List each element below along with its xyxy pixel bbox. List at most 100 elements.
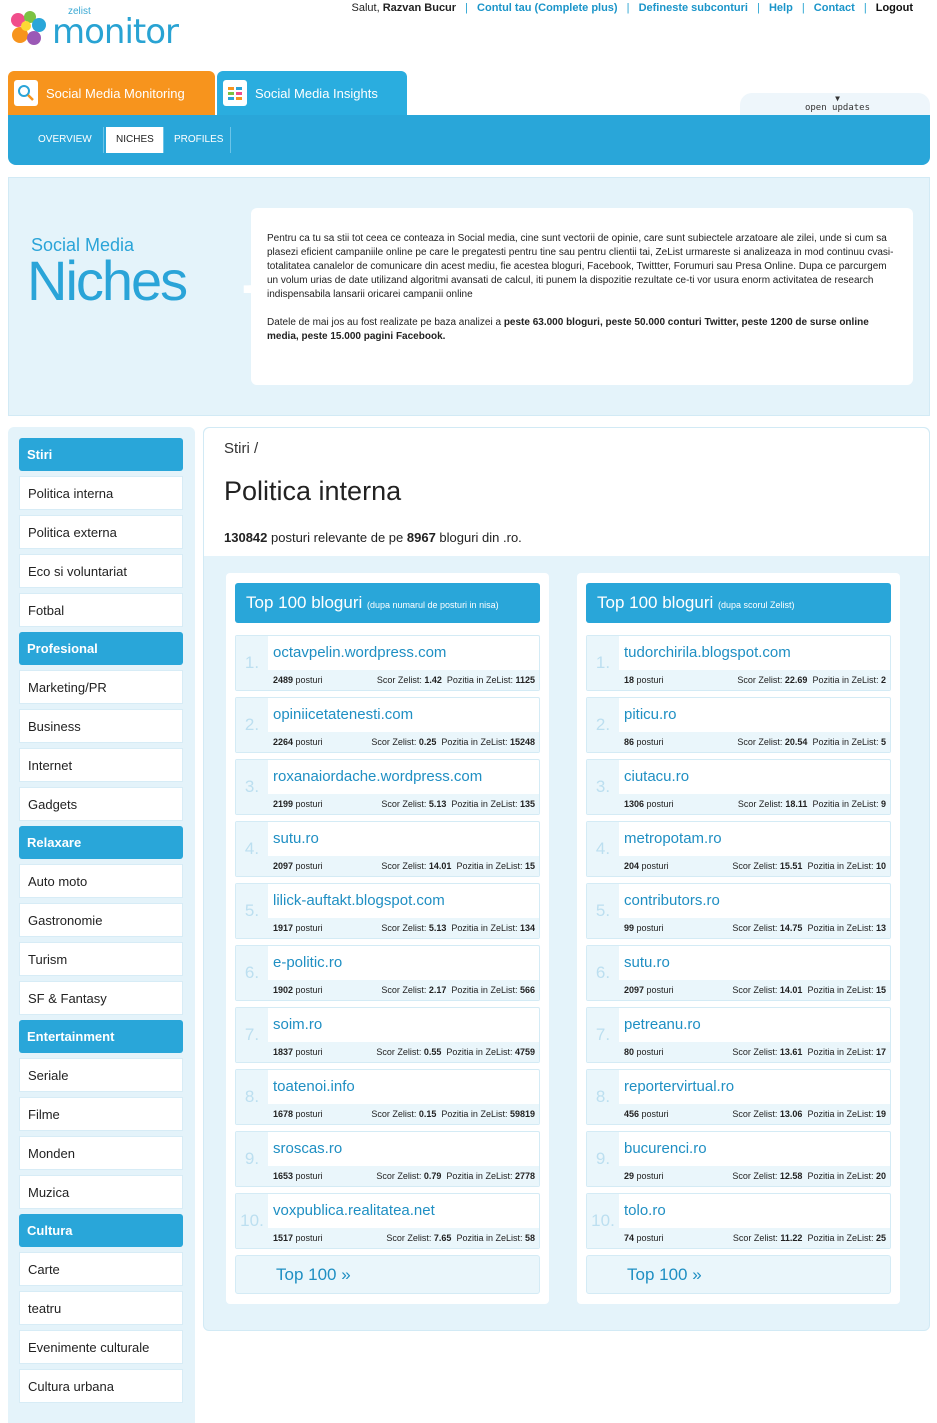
blog-link[interactable]: metropotam.ro <box>624 830 722 847</box>
blog-link[interactable]: octavpelin.wordpress.com <box>273 644 446 661</box>
hero-paragraph-2: Datele de mai jos au fost realizate pe b… <box>267 316 897 344</box>
score-stat: Scor Zelist: 14.75 Pozitia in ZeList: 13 <box>732 923 886 933</box>
sidebar-category-stiri[interactable]: Stiri <box>19 438 183 471</box>
niche-content: Stiri / Politica interna 130842 posturi … <box>203 427 930 1331</box>
score-stat: Scor Zelist: 13.61 Pozitia in ZeList: 17 <box>732 1047 886 1057</box>
score-stat: Scor Zelist: 22.69 Pozitia in ZeList: 2 <box>737 675 886 685</box>
sidebar-item-fotbal[interactable]: Fotbal <box>19 593 183 627</box>
blog-link[interactable]: piticu.ro <box>624 706 677 723</box>
user-name: Razvan Bucur <box>382 2 457 14</box>
tab-social-media-monitoring[interactable]: Social Media Monitoring <box>8 71 215 115</box>
blog-link[interactable]: toatenoi.info <box>273 1078 355 1095</box>
subnav-overview[interactable]: OVERVIEW <box>28 127 102 153</box>
contact-link[interactable]: Contact <box>814 2 855 14</box>
subnav-niches[interactable]: NICHES <box>106 127 164 153</box>
sidebar-item-marketing[interactable]: Marketing/PR <box>19 670 183 704</box>
tab-social-media-insights[interactable]: Social Media Insights <box>217 71 407 115</box>
sidebar-category-relaxare[interactable]: Relaxare <box>19 826 183 859</box>
count-mid-text: posturi relevante de pe <box>267 530 407 545</box>
blog-stats: 1653 posturi Scor Zelist: 0.79 Pozitia in… <box>268 1166 539 1186</box>
sidebar-item-muzica[interactable]: Muzica <box>19 1175 183 1209</box>
column-title: Top 100 bloguri <box>246 593 363 612</box>
top-links: Salut, Razvan Bucur | Contul tau (Comple… <box>351 2 914 14</box>
blog-link[interactable]: voxpublica.realitatea.net <box>273 1202 435 1219</box>
rank-number: 7. <box>587 1008 619 1062</box>
breadcrumb[interactable]: Stiri / <box>224 440 258 457</box>
niche-count: 130842 posturi relevante de pe 8967 blog… <box>224 530 522 545</box>
sidebar-item-gadgets[interactable]: Gadgets <box>19 787 183 821</box>
blog-link[interactable]: lilick-auftakt.blogspot.com <box>273 892 445 909</box>
blog-link[interactable]: sroscas.ro <box>273 1140 342 1157</box>
sidebar-category-cultura[interactable]: Cultura <box>19 1214 183 1247</box>
subnav-profiles[interactable]: PROFILES <box>164 127 233 153</box>
blog-link[interactable]: contributors.ro <box>624 892 720 909</box>
score-stat: Scor Zelist: 18.11 Pozitia in ZeList: 9 <box>737 799 886 809</box>
tab-label: Social Media Insights <box>255 85 378 101</box>
blog-stats: 80 posturi Scor Zelist: 13.61 Pozitia in … <box>619 1042 890 1062</box>
sidebar-item-eco[interactable]: Eco si voluntariat <box>19 554 183 588</box>
blog-entry: 4. sutu.ro 2097 posturi Scor Zelist: 14.01 … <box>235 821 540 877</box>
blog-link[interactable]: sutu.ro <box>624 954 670 971</box>
posts-stat: 456 posturi <box>624 1109 669 1119</box>
blog-link[interactable]: roxanaiordache.wordpress.com <box>273 768 482 785</box>
blog-list: 1. tudorchirila.blogspot.com 18 posturi Sco… <box>586 635 891 1249</box>
open-updates-toggle[interactable]: ▼ open updates <box>805 95 870 114</box>
sidebar-item-turism[interactable]: Turism <box>19 942 183 976</box>
blog-stats: 2264 posturi Scor Zelist: 0.25 Pozitia in… <box>268 732 539 752</box>
blog-entry: 10. tolo.ro 74 posturi Scor Zelist: 11.22 P… <box>586 1193 891 1249</box>
sidebar-item-monden[interactable]: Monden <box>19 1136 183 1170</box>
account-link[interactable]: Contul tau (Complete plus) <box>477 2 618 14</box>
blog-entry: 6. sutu.ro 2097 posturi Scor Zelist: 14.01 … <box>586 945 891 1001</box>
niche-header: Stiri / Politica interna 130842 posturi … <box>204 428 929 556</box>
sidebar-item-auto-moto[interactable]: Auto moto <box>19 864 183 898</box>
blog-link[interactable]: reportervirtual.ro <box>624 1078 734 1095</box>
rank-number: 3. <box>587 760 619 814</box>
posts-stat: 80 posturi <box>624 1047 664 1057</box>
sidebar-item-cultura-urbana[interactable]: Cultura urbana <box>19 1369 183 1403</box>
sidebar-item-politica-externa[interactable]: Politica externa <box>19 515 183 549</box>
posts-stat: 1653 posturi <box>273 1171 323 1181</box>
help-link[interactable]: Help <box>769 2 793 14</box>
sidebar-item-politica-interna[interactable]: Politica interna <box>19 476 183 510</box>
posts-count: 130842 <box>224 530 268 545</box>
sidebar-item-filme[interactable]: Filme <box>19 1097 183 1131</box>
score-stat: Scor Zelist: 5.13 Pozitia in ZeList: 135 <box>381 799 535 809</box>
subaccounts-link[interactable]: Defineste subconturi <box>639 2 748 14</box>
blog-link[interactable]: tudorchirila.blogspot.com <box>624 644 791 661</box>
niche-sidebar: Stiri Politica interna Politica externa … <box>8 427 195 1423</box>
blog-link[interactable]: soim.ro <box>273 1016 322 1033</box>
blog-entry: 2. opiniicetatenesti.com 2264 posturi Scor … <box>235 697 540 753</box>
sidebar-item-carte[interactable]: Carte <box>19 1252 183 1286</box>
logout-link[interactable]: Logout <box>876 2 913 14</box>
top-100-link[interactable]: Top 100 » <box>586 1255 891 1294</box>
sidebar-item-teatru[interactable]: teatru <box>19 1291 183 1325</box>
blog-link[interactable]: opiniicetatenesti.com <box>273 706 413 723</box>
blog-link[interactable]: petreanu.ro <box>624 1016 701 1033</box>
sidebar-category-profesional[interactable]: Profesional <box>19 632 183 665</box>
blog-link[interactable]: tolo.ro <box>624 1202 666 1219</box>
posts-stat: 74 posturi <box>624 1233 664 1243</box>
sidebar-category-entertainment[interactable]: Entertainment <box>19 1020 183 1053</box>
blog-link[interactable]: sutu.ro <box>273 830 319 847</box>
rank-number: 4. <box>587 822 619 876</box>
posts-stat: 2199 posturi <box>273 799 323 809</box>
blog-link[interactable]: bucurenci.ro <box>624 1140 707 1157</box>
blog-link[interactable]: ciutacu.ro <box>624 768 689 785</box>
sidebar-item-sf-fantasy[interactable]: SF & Fantasy <box>19 981 183 1015</box>
hero-paragraph-1: Pentru ca tu sa stii tot ceea ce conteaz… <box>267 233 894 300</box>
sidebar-item-seriale[interactable]: Seriale <box>19 1058 183 1092</box>
blog-link[interactable]: e-politic.ro <box>273 954 342 971</box>
blog-entry: 7. petreanu.ro 80 posturi Scor Zelist: 13.6… <box>586 1007 891 1063</box>
sidebar-item-evenimente[interactable]: Evenimente culturale <box>19 1330 183 1364</box>
posts-stat: 204 posturi <box>624 861 669 871</box>
top-100-link[interactable]: Top 100 » <box>235 1255 540 1294</box>
sidebar-item-gastronomie[interactable]: Gastronomie <box>19 903 183 937</box>
score-stat: Scor Zelist: 0.55 Pozitia in ZeList: 475… <box>376 1047 535 1057</box>
zelist-monitor-logo[interactable]: zelist monitor <box>8 4 188 54</box>
blog-entry: 2. piticu.ro 86 posturi Scor Zelist: 20.54 … <box>586 697 891 753</box>
sidebar-item-business[interactable]: Business <box>19 709 183 743</box>
blog-entry: 9. bucurenci.ro 29 posturi Scor Zelist: 12.… <box>586 1131 891 1187</box>
blog-entry: 1. octavpelin.wordpress.com 2489 posturi Sc… <box>235 635 540 691</box>
sidebar-item-internet[interactable]: Internet <box>19 748 183 782</box>
magnifier-chart-icon <box>14 80 38 106</box>
